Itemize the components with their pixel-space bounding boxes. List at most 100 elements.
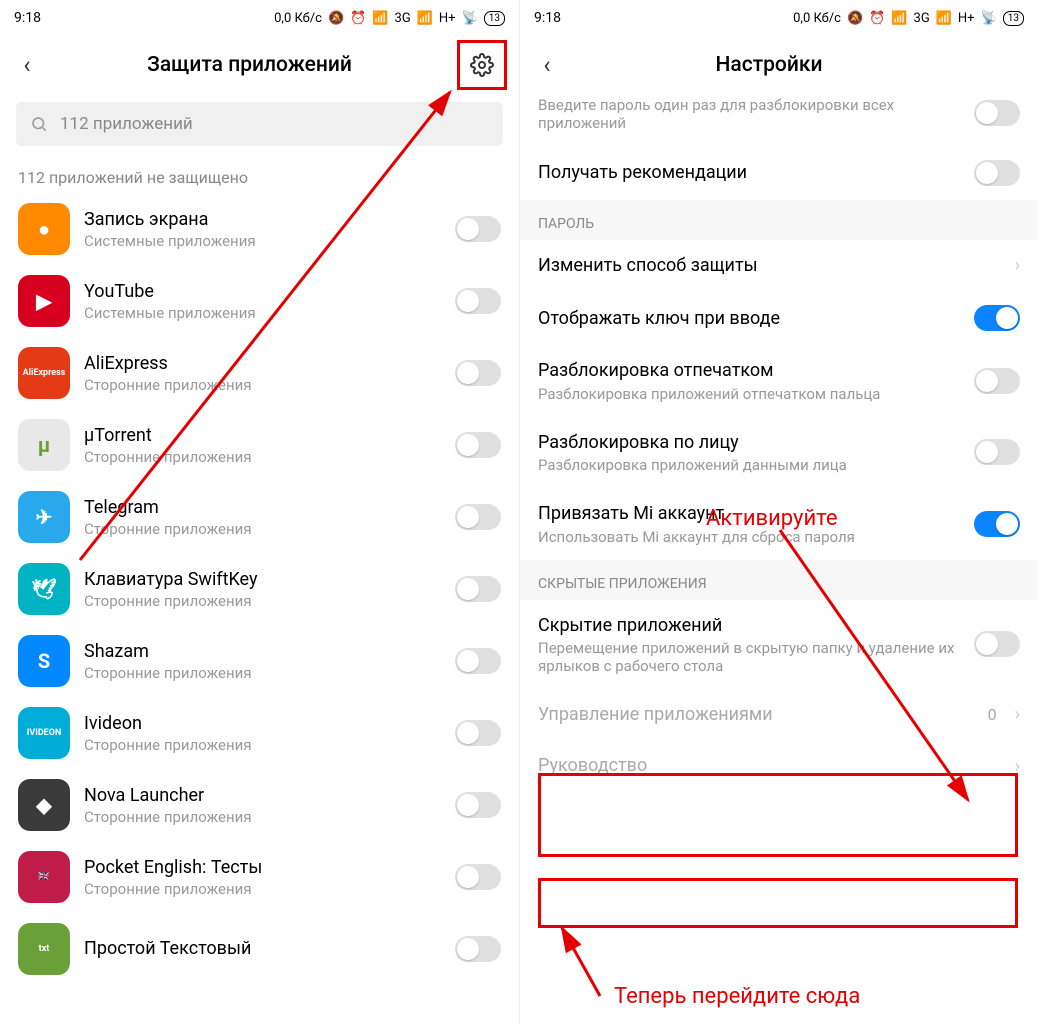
toggle-app-lock[interactable] xyxy=(455,648,501,674)
app-subtitle: Системные приложения xyxy=(84,304,441,322)
app-icon: µ xyxy=(18,419,70,471)
toggle-face-unlock[interactable] xyxy=(974,439,1020,465)
setting-change-method[interactable]: Изменить способ защиты › xyxy=(520,240,1038,291)
phone-right: 9:18 0,0 Кб/с 🔕 ⏰ 📶 3G 📶 H+ 📡 13 ‹ Настр… xyxy=(519,0,1038,1024)
app-title: Запись экрана xyxy=(84,208,441,231)
app-row[interactable]: IVIDEON IvideonСторонние приложения xyxy=(0,697,519,769)
setting-guide[interactable]: Руководство › xyxy=(520,740,1038,779)
app-subtitle: Сторонние приложения xyxy=(84,376,441,394)
app-subtitle: Сторонние приложения xyxy=(84,808,441,826)
statusbar: 9:18 0,0 Кб/с 🔕 ⏰ 📶 3G 📶 H+ 📡 13 xyxy=(0,0,519,36)
app-row[interactable]: ✈TelegramСторонние приложения xyxy=(0,481,519,553)
toggle-mi-account[interactable] xyxy=(974,511,1020,537)
toggle-app-lock[interactable] xyxy=(455,360,501,386)
toggle-app-lock[interactable] xyxy=(455,216,501,242)
app-icon: ◆ xyxy=(18,779,70,831)
app-row[interactable]: ◆ Nova LauncherСторонние приложения xyxy=(0,769,519,841)
app-icon: ● xyxy=(18,203,70,255)
app-title: YouTube xyxy=(84,280,441,303)
app-row[interactable]: µμTorrentСторонние приложения xyxy=(0,409,519,481)
battery-icon: 13 xyxy=(484,11,505,26)
network-hplus: H+ xyxy=(439,11,456,26)
app-title: Клавиатура SwiftKey xyxy=(84,568,441,591)
toggle-recommendations[interactable] xyxy=(974,160,1020,186)
app-icon: IVIDEON xyxy=(18,707,70,759)
setting-group-unlock[interactable]: Введите пароль один раз для разблокировк… xyxy=(520,94,1038,146)
signal2-icon: 📶 xyxy=(417,11,433,26)
mute-icon: 🔕 xyxy=(328,11,344,26)
toggle-app-lock[interactable] xyxy=(455,936,501,962)
app-row[interactable]: 🕊 Клавиатура SwiftKeyСторонние приложения xyxy=(0,553,519,625)
chevron-right-icon: › xyxy=(1015,756,1020,777)
setting-show-key[interactable]: Отображать ключ при вводе xyxy=(520,291,1038,345)
search-input[interactable]: 112 приложений xyxy=(16,102,503,146)
app-row[interactable]: txtПростой Текстовый xyxy=(0,913,519,985)
app-icon: S xyxy=(18,635,70,687)
search-placeholder: 112 приложений xyxy=(60,114,193,134)
app-row[interactable]: ● Запись экранаСистемные приложения xyxy=(0,193,519,265)
setting-fingerprint[interactable]: Разблокировка отпечатком Разблокировка п… xyxy=(520,345,1038,416)
app-icon: 🇬🇧 xyxy=(18,851,70,903)
setting-mi-account[interactable]: Привязать Mi аккаунт Использовать Mi акк… xyxy=(520,488,1038,559)
mute-icon: 🔕 xyxy=(847,11,863,26)
back-button[interactable]: ‹ xyxy=(532,51,562,79)
app-icon: AliExpress xyxy=(18,347,70,399)
app-subtitle: Сторонние приложения xyxy=(84,592,441,610)
data-speed: 0,0 Кб/с xyxy=(274,11,322,26)
time: 9:18 xyxy=(14,10,41,26)
signal-icon: 📶 xyxy=(891,11,907,26)
app-title: Nova Launcher xyxy=(84,784,441,807)
section-password: ПАРОЛЬ xyxy=(520,200,1038,240)
toggle-show-key[interactable] xyxy=(974,305,1020,331)
app-icon: txt xyxy=(18,923,70,975)
app-subtitle: Сторонние приложения xyxy=(84,736,441,754)
section-hidden-apps: СКРЫТЫЕ ПРИЛОЖЕНИЯ xyxy=(520,560,1038,600)
toggle-app-lock[interactable] xyxy=(455,576,501,602)
setting-sub: Введите пароль один раз для разблокировк… xyxy=(538,96,962,132)
app-row[interactable]: SShazamСторонние приложения xyxy=(0,625,519,697)
app-title: Pocket English: Тесты xyxy=(84,856,441,879)
setting-hide-apps[interactable]: Скрытие приложений Перемещение приложени… xyxy=(520,600,1038,689)
toggle-app-lock[interactable] xyxy=(455,288,501,314)
app-subtitle: Системные приложения xyxy=(84,232,441,250)
section-label: 112 приложений не защищено xyxy=(0,160,519,193)
app-icon: 🕊 xyxy=(18,563,70,615)
toggle-app-lock[interactable] xyxy=(455,792,501,818)
toggle-hide-apps[interactable] xyxy=(974,631,1020,657)
app-subtitle: Сторонние приложения xyxy=(84,664,441,682)
app-row[interactable]: 🇬🇧 Pocket English: ТестыСторонние приложе… xyxy=(0,841,519,913)
app-subtitle: Сторонние приложения xyxy=(84,880,441,898)
header: ‹ Настройки xyxy=(520,36,1038,94)
search-icon xyxy=(30,115,48,133)
toggle-group-unlock[interactable] xyxy=(974,100,1020,126)
toggle-app-lock[interactable] xyxy=(455,864,501,890)
gear-icon xyxy=(470,53,494,77)
wifi-icon: 📡 xyxy=(981,11,997,26)
setting-recommendations[interactable]: Получать рекомендации xyxy=(520,146,1038,200)
toggle-app-lock[interactable] xyxy=(455,504,501,530)
header: ‹ Защита приложений xyxy=(0,36,519,94)
page-title: Настройки xyxy=(562,53,976,77)
statusbar: 9:18 0,0 Кб/с 🔕 ⏰ 📶 3G 📶 H+ 📡 13 xyxy=(520,0,1038,36)
app-subtitle: Сторонние приложения xyxy=(84,520,441,538)
toggle-app-lock[interactable] xyxy=(455,432,501,458)
network-3g: 3G xyxy=(914,11,930,26)
app-title: Telegram xyxy=(84,496,441,519)
toggle-app-lock[interactable] xyxy=(455,720,501,746)
app-row[interactable]: ▶ YouTubeСистемные приложения xyxy=(0,265,519,337)
network-3g: 3G xyxy=(395,11,411,26)
chevron-right-icon: › xyxy=(1015,255,1020,276)
app-title: Ivideon xyxy=(84,712,441,735)
alarm-icon: ⏰ xyxy=(350,11,366,26)
signal2-icon: 📶 xyxy=(936,11,952,26)
toggle-fingerprint[interactable] xyxy=(974,368,1020,394)
settings-button[interactable] xyxy=(457,40,507,90)
app-row[interactable]: AliExpressAliExpressСторонние приложения xyxy=(0,337,519,409)
app-icon: ▶ xyxy=(18,275,70,327)
setting-manage-apps[interactable]: Управление приложениями 0 › xyxy=(520,689,1038,740)
back-button[interactable]: ‹ xyxy=(12,51,42,79)
time: 9:18 xyxy=(534,10,561,26)
setting-face-unlock[interactable]: Разблокировка по лицу Разблокировка прил… xyxy=(520,417,1038,488)
battery-icon: 13 xyxy=(1003,11,1024,26)
manage-count: 0 xyxy=(988,705,997,724)
